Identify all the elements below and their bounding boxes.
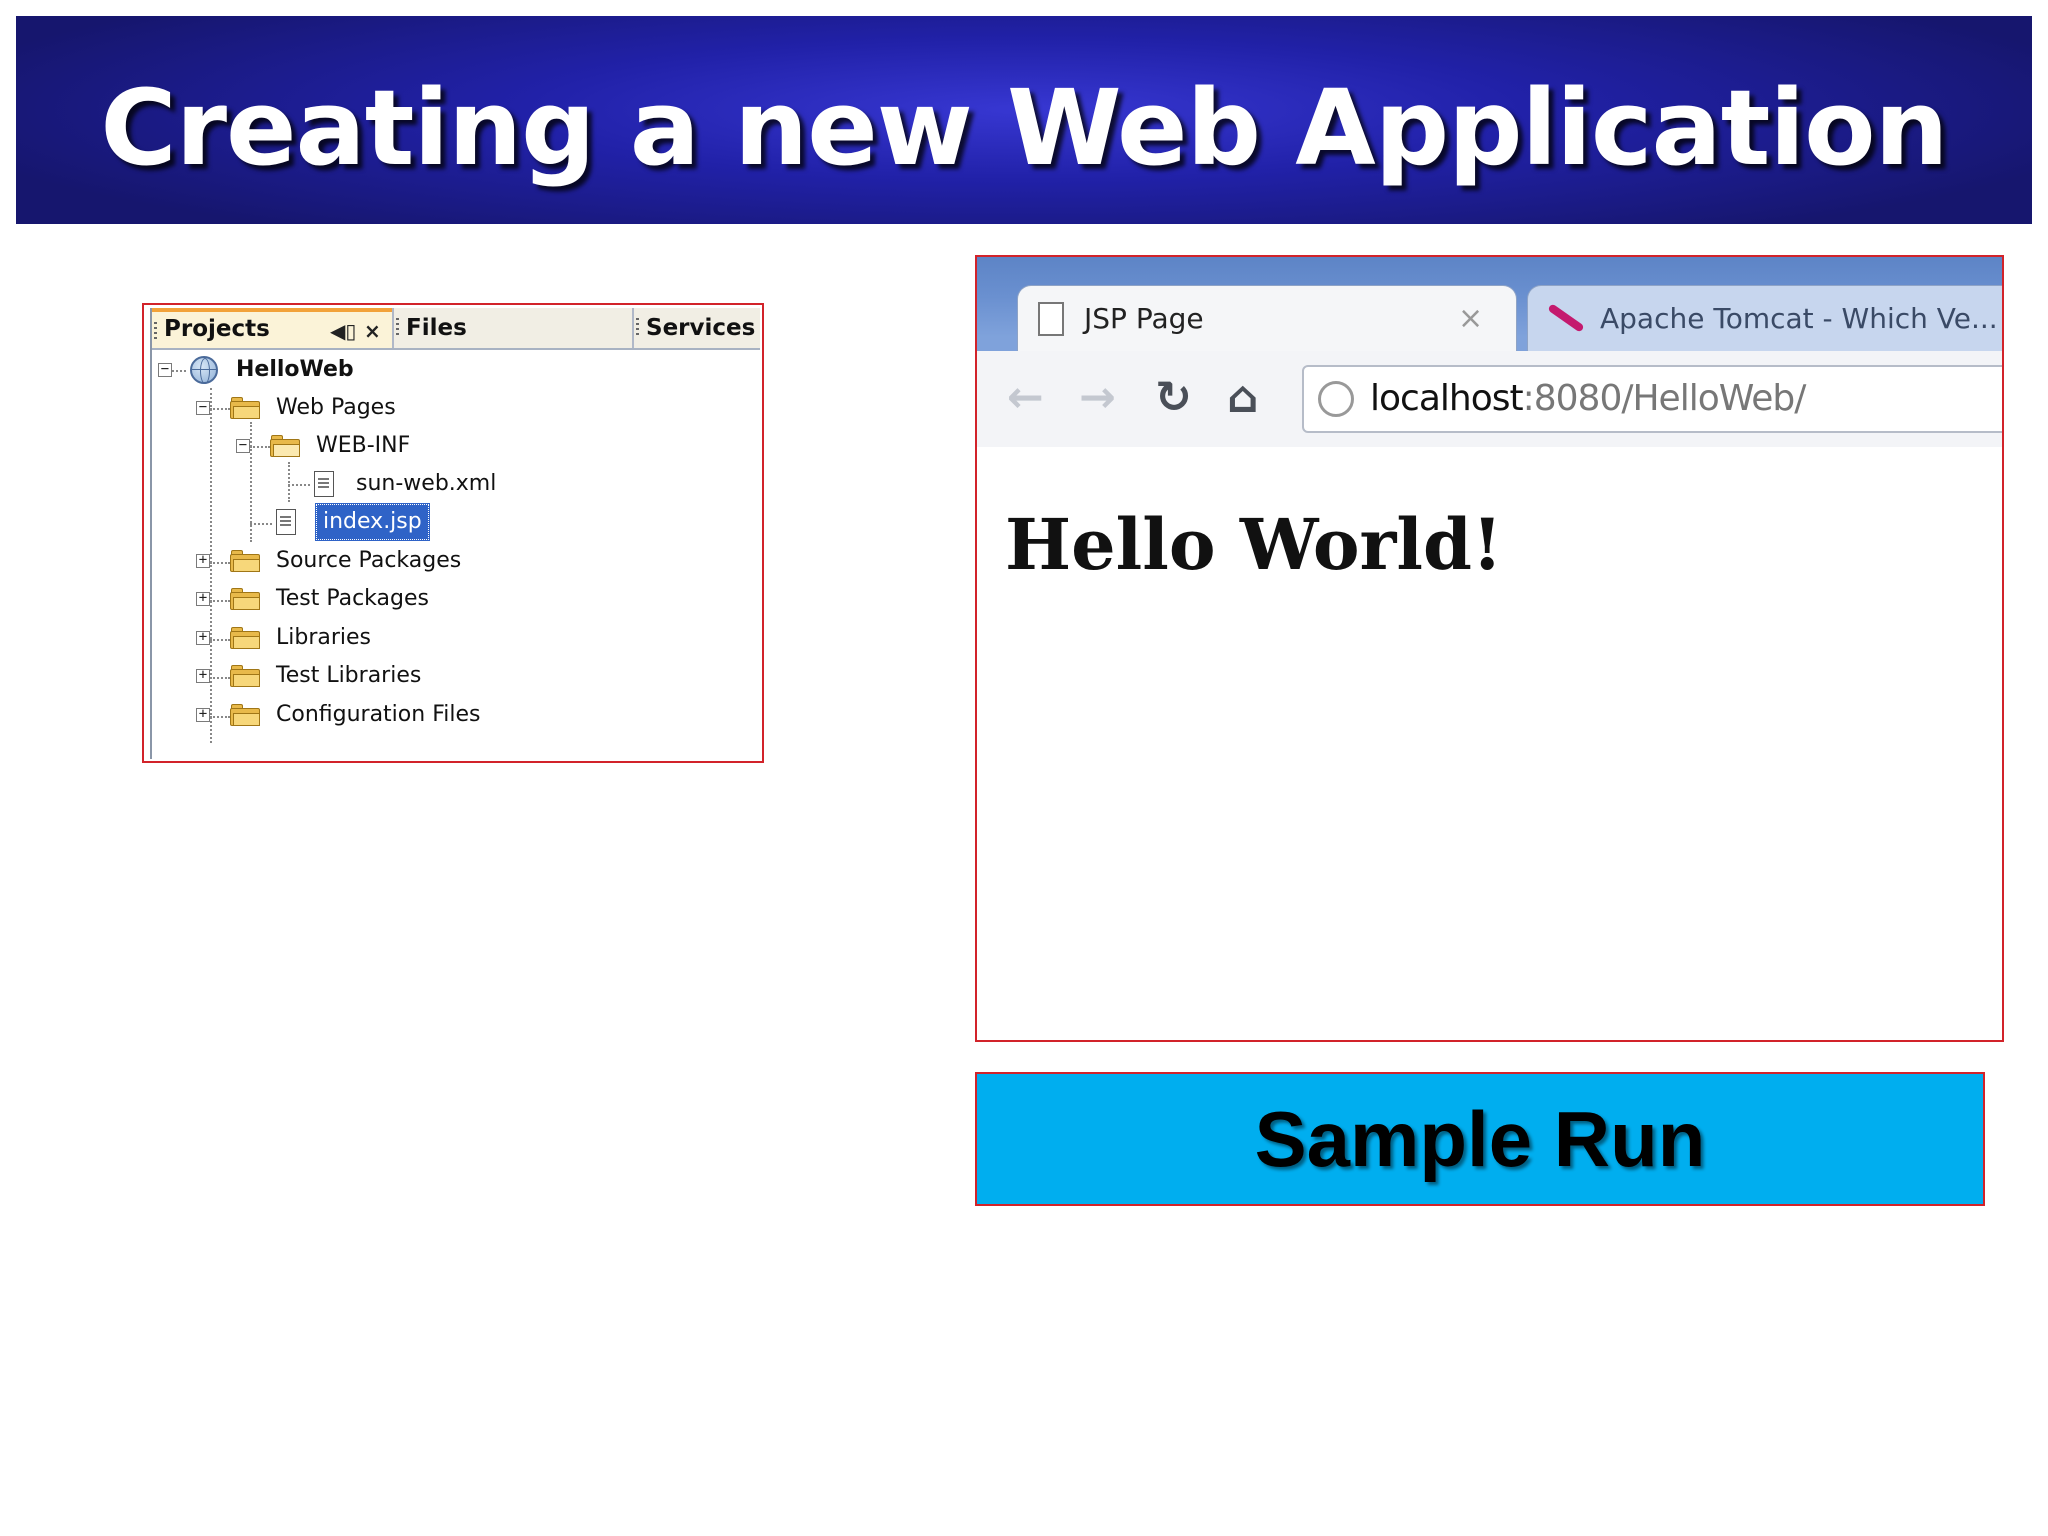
forward-arrow-icon[interactable]: → xyxy=(1079,373,1116,423)
tree-label-sun-web-xml: sun-web.xml xyxy=(356,471,497,496)
collapse-icon[interactable]: − xyxy=(236,438,250,453)
web-folder-icon xyxy=(230,397,260,419)
tree-label-test-packages: Test Packages xyxy=(276,586,429,611)
tab-files[interactable]: Files xyxy=(392,308,632,348)
tab-apache-tomcat-title: Apache Tomcat - Which Ve... xyxy=(1600,302,1998,335)
collapse-icon[interactable]: − xyxy=(158,362,172,377)
tree-label-source-packages: Source Packages xyxy=(276,548,462,573)
expand-icon[interactable]: + xyxy=(196,707,210,722)
address-bar[interactable]: localhost:8080/HelloWeb/ xyxy=(1302,365,2002,433)
expand-icon[interactable]: + xyxy=(196,668,210,683)
minimize-icon[interactable]: ◀▯ xyxy=(330,314,356,348)
caption-box: Sample Run xyxy=(975,1072,1985,1206)
project-tree: − HelloWeb − Web Pages − WEB-INF sun-web… xyxy=(152,352,760,759)
library-folder-icon xyxy=(230,665,260,687)
xml-file-icon xyxy=(314,471,334,497)
tab-apache-tomcat[interactable]: Apache Tomcat - Which Ve... xyxy=(1527,285,2002,351)
tab-projects-label: Projects xyxy=(164,316,270,342)
tab-jsp-page-title: JSP Page xyxy=(1084,302,1204,335)
page-heading: Hello World! xyxy=(1005,503,1503,586)
tree-label-libraries: Libraries xyxy=(276,625,372,650)
config-folder-icon xyxy=(230,704,260,726)
tree-label-web-inf: WEB-INF xyxy=(316,433,411,458)
folder-icon xyxy=(270,435,300,457)
page-icon xyxy=(1038,302,1064,336)
page-content: Hello World! xyxy=(977,447,2002,1040)
globe-icon xyxy=(1318,381,1354,417)
collapse-icon[interactable]: − xyxy=(196,400,210,415)
tree-label-helloweb: HelloWeb xyxy=(236,357,354,382)
projects-panel: Projects ◀▯ × Files Services − HelloWeb … xyxy=(142,303,764,763)
expand-icon[interactable]: + xyxy=(196,553,210,568)
tree-label-index-jsp: index.jsp xyxy=(315,503,430,541)
tab-jsp-page[interactable]: JSP Page × xyxy=(1017,285,1517,351)
tab-services-label: Services xyxy=(646,315,756,341)
tab-services[interactable]: Services xyxy=(632,308,766,348)
browser-toolbar: ← → ↻ ⌂ localhost:8080/HelloWeb/ xyxy=(977,351,2002,449)
package-folder-icon xyxy=(230,550,260,572)
tree-label-test-libraries: Test Libraries xyxy=(276,663,422,688)
tree-label-web-pages: Web Pages xyxy=(276,395,396,420)
home-icon[interactable]: ⌂ xyxy=(1227,373,1259,423)
package-folder-icon xyxy=(230,588,260,610)
reload-icon[interactable]: ↻ xyxy=(1155,373,1192,423)
jsp-file-icon xyxy=(276,509,296,535)
slide-title: Creating a new Web Application xyxy=(100,67,1948,189)
globe-icon xyxy=(190,356,218,384)
expand-icon[interactable]: + xyxy=(196,630,210,645)
title-banner: Creating a new Web Application xyxy=(16,16,2032,224)
tab-projects[interactable]: Projects ◀▯ × xyxy=(152,308,392,348)
close-tab-icon[interactable]: × xyxy=(1458,286,1483,352)
tomcat-feather-icon xyxy=(1547,303,1585,333)
tab-files-label: Files xyxy=(406,315,467,341)
panel-tabs: Projects ◀▯ × Files Services xyxy=(152,308,760,350)
tree-label-configuration-files: Configuration Files xyxy=(276,702,481,727)
library-folder-icon xyxy=(230,627,260,649)
back-arrow-icon[interactable]: ← xyxy=(1007,373,1044,423)
close-icon[interactable]: × xyxy=(364,314,381,348)
address-host: localhost xyxy=(1370,378,1524,419)
browser-window: Apache Tomcat - Which Ve... JSP Page × ←… xyxy=(975,255,2004,1042)
expand-icon[interactable]: + xyxy=(196,591,210,606)
address-path: :8080/HelloWeb/ xyxy=(1522,378,1807,419)
